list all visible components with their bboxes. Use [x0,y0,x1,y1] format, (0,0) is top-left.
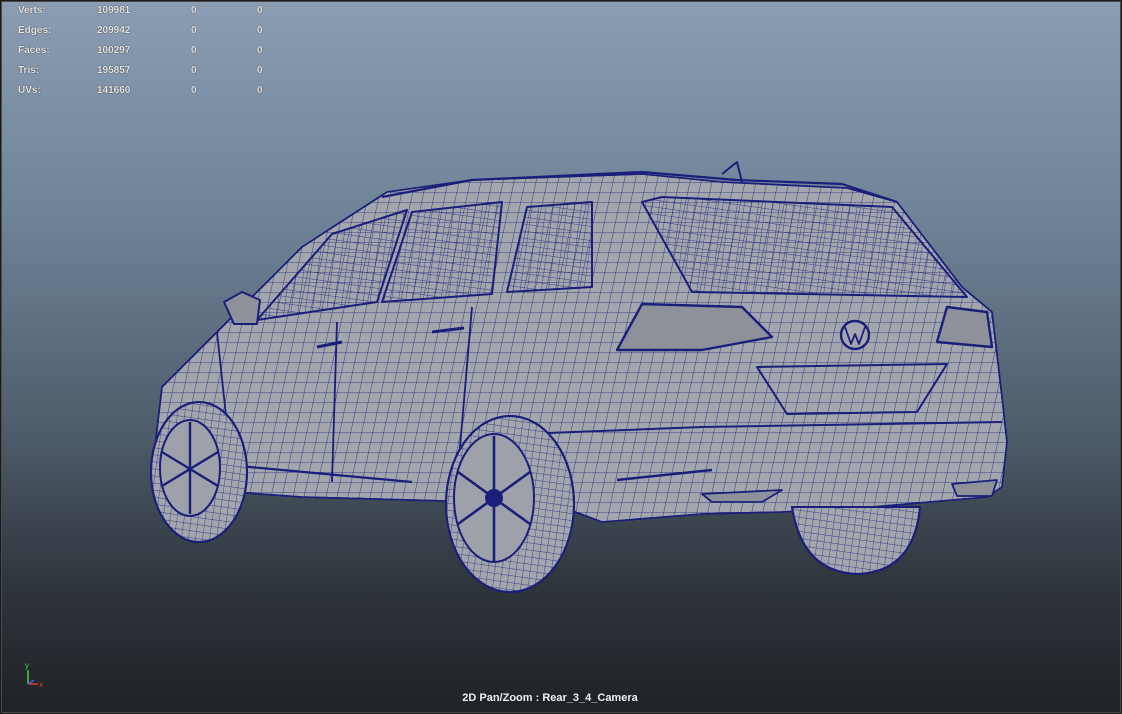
car-wireframe-model[interactable] [2,2,1120,712]
front-wheel [150,401,248,543]
rear-wheel [445,415,575,593]
camera-name-label: 2D Pan/Zoom : Rear_3_4_Camera [462,692,638,704]
car-body [151,161,1008,523]
x-axis-label: x [39,680,43,689]
rear-right-wheel [790,506,922,576]
axis-gizmo: y x [25,661,43,689]
y-axis-label: y [25,661,29,670]
3d-viewport[interactable]: Verts: 109981 0 0 Edges: 209942 0 0 Face… [1,1,1121,713]
